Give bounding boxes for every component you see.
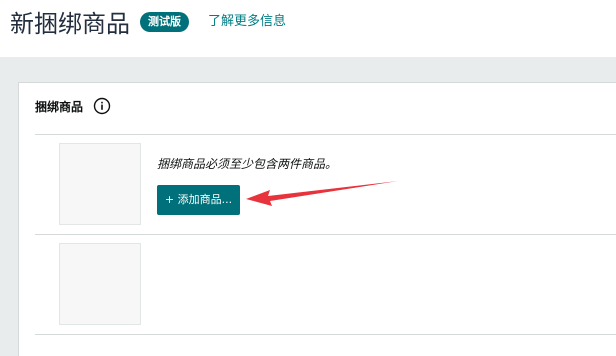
- new-bundle-page: 新捆绑商品 测试版 了解更多信息 捆绑商品 捆绑商品必须至少包含两件商品。 + …: [0, 0, 616, 356]
- product-image-placeholder: [59, 143, 141, 225]
- add-product-button[interactable]: + 添加商品...: [157, 185, 240, 215]
- row-divider: [35, 234, 616, 235]
- learn-more-link[interactable]: 了解更多信息: [208, 12, 286, 32]
- bundle-products-card: 捆绑商品 捆绑商品必须至少包含两件商品。 + 添加商品...: [18, 82, 616, 356]
- product-image-placeholder: [59, 243, 141, 325]
- row-divider: [35, 334, 616, 335]
- page-header: 新捆绑商品 测试版 了解更多信息: [0, 0, 616, 57]
- row-divider: [35, 134, 616, 135]
- beta-badge: 测试版: [140, 12, 189, 32]
- requirement-note: 捆绑商品必须至少包含两件商品。: [157, 157, 338, 171]
- page-title: 新捆绑商品: [10, 10, 130, 38]
- section-title: 捆绑商品: [35, 100, 84, 114]
- info-circle-icon[interactable]: [93, 97, 111, 115]
